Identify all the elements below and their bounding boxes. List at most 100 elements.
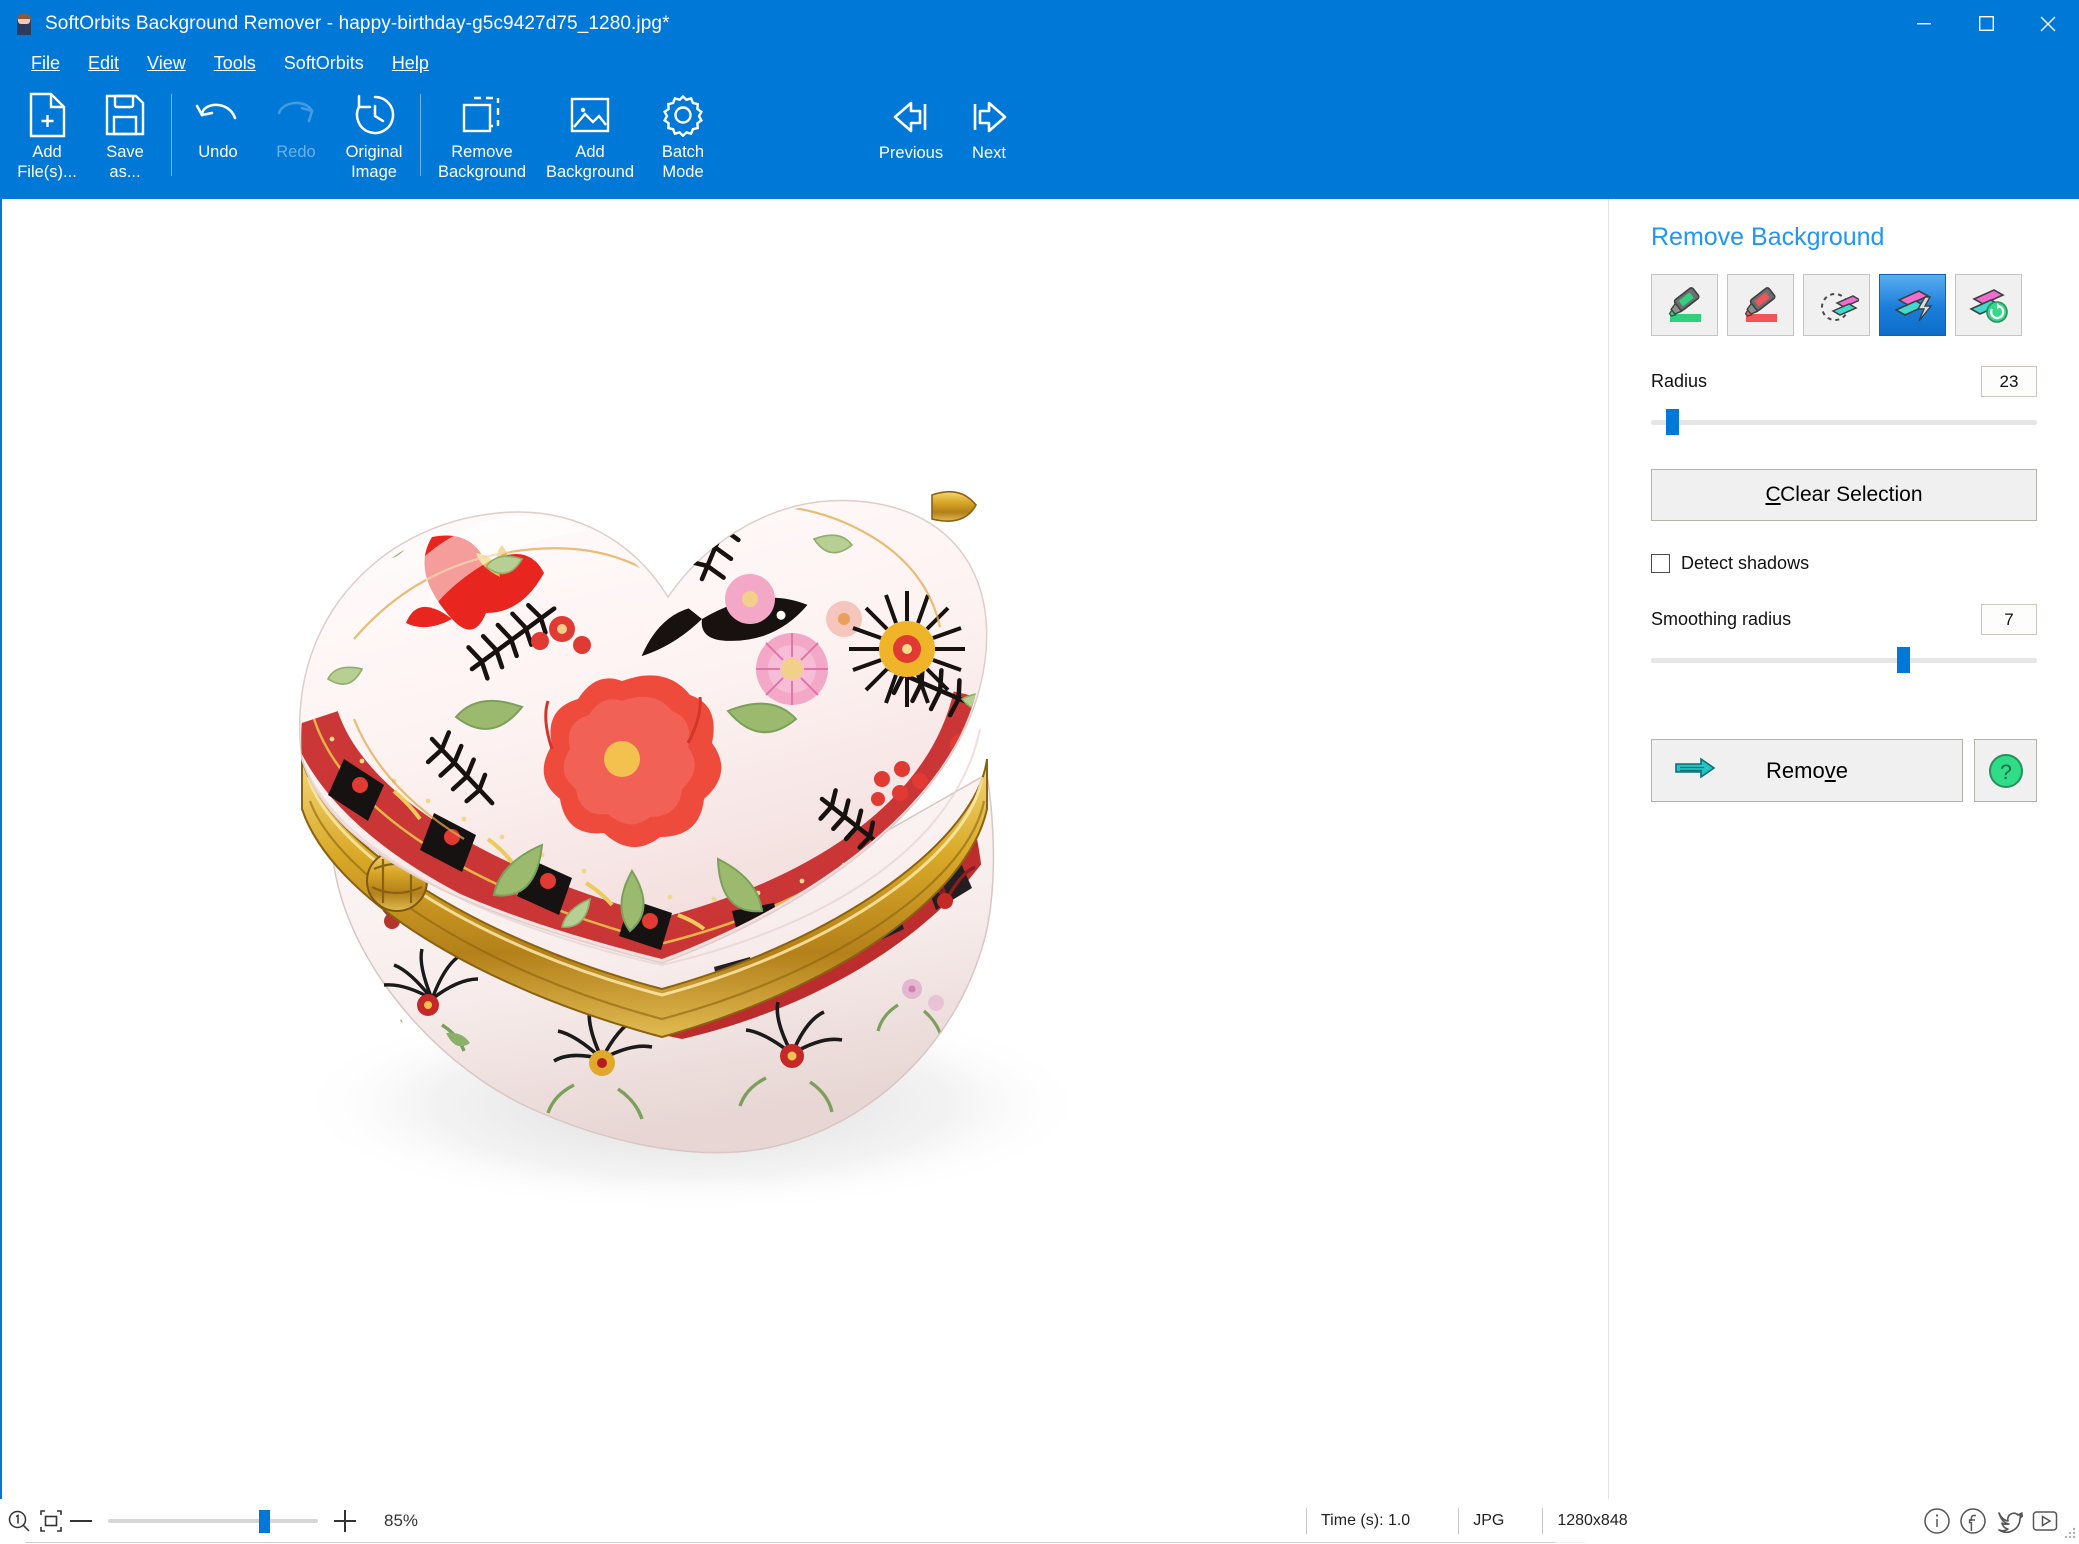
right-panel: Remove Background [1608,199,2079,1542]
time-status: Time (s): 1.0 [1306,1508,1410,1534]
add-files-button[interactable]: Add File(s)... [8,80,86,192]
green-marker-icon [1663,285,1707,325]
smoothing-label-row: Smoothing radius 7 [1651,604,2037,635]
zoom-in-button[interactable] [328,1506,362,1536]
mark-foreground-tool[interactable] [1651,274,1718,336]
radius-slider[interactable] [1651,407,2037,437]
question-mark-icon: ? [1986,751,2026,791]
clear-selection-label: Clear Selection [1780,483,1922,507]
restore-tool[interactable] [1955,274,2022,336]
title-bar: SoftOrbits Background Remover - happy-bi… [0,0,2079,47]
save-as-icon [104,91,146,139]
magic-wand-tool[interactable] [1879,274,1946,336]
previous-button[interactable]: Previous [872,80,950,180]
remove-background-label: Remove Background [438,142,526,182]
batch-mode-icon [661,91,705,139]
window-controls [1893,0,2079,47]
radius-section: Radius 23 [1651,366,2037,437]
close-button[interactable] [2017,0,2079,47]
app-icon [13,13,35,35]
save-as-button[interactable]: Save as... [86,80,164,192]
menu-item-help[interactable]: Help [378,51,443,76]
toolbar: Add File(s)... Save as... Undo [0,80,2079,199]
menu-item-tools[interactable]: Tools [200,51,270,76]
batch-mode-label: Batch Mode [662,142,704,182]
next-label: Next [972,143,1006,163]
social-links [1919,1503,2063,1539]
menu-help-label: Help [392,53,429,73]
menu-file-label: File [31,53,60,73]
info-icon[interactable] [1919,1503,1955,1539]
radius-slider-thumb[interactable] [1666,409,1679,435]
auto-select-icon [1891,285,1935,325]
remove-background-icon [460,91,504,139]
detect-shadows-box[interactable] [1651,554,1670,573]
menu-item-file[interactable]: File [17,51,74,76]
menu-item-view[interactable]: View [133,51,200,76]
image-canvas[interactable] [2,199,1608,1517]
mark-background-tool[interactable] [1727,274,1794,336]
menu-tools-label: Tools [214,53,256,73]
add-files-label: Add File(s)... [17,142,77,182]
redo-button[interactable]: Redo [257,80,335,192]
menu-item-edit[interactable]: Edit [74,51,133,76]
radius-label-row: Radius 23 [1651,366,2037,397]
detect-shadows-checkbox[interactable]: Detect shadows [1651,553,2037,574]
menu-item-softorbits[interactable]: SoftOrbits [270,51,378,76]
canvas-container [0,199,1608,1542]
format-status: JPG [1458,1508,1504,1534]
remove-background-button[interactable]: Remove Background [428,80,536,192]
dimensions-status: 1280x848 [1542,1508,1627,1534]
undo-label: Undo [198,142,237,162]
help-button[interactable]: ? [1974,739,2037,802]
original-image-label: Original Image [346,142,403,182]
panel-title: Remove Background [1651,223,2079,252]
original-image-icon [351,91,397,139]
smoothing-slider-thumb[interactable] [1897,647,1910,673]
clear-selection-button[interactable]: CClear Selection [1651,469,2037,521]
radius-value[interactable]: 23 [1981,366,2037,397]
resize-grip[interactable] [2062,1525,2076,1539]
next-icon [967,94,1011,140]
trinket-box-image [2,199,1608,1477]
red-marker-icon [1739,285,1783,325]
smoothing-radius-slider[interactable] [1651,645,2037,675]
radius-slider-track [1651,420,2037,425]
smoothing-slider-track [1651,658,2037,663]
clear-selection-mnemonic: C [1765,483,1780,507]
minimize-button[interactable] [1893,0,1955,47]
menu-view-label: View [147,53,186,73]
original-image-button[interactable]: Original Image [335,80,413,192]
add-background-button[interactable]: Add Background [536,80,644,192]
smoothing-radius-label: Smoothing radius [1651,609,1791,630]
zoom-one-to-one-icon[interactable] [6,1508,32,1534]
menu-edit-label: Edit [88,53,119,73]
twitter-icon[interactable] [1991,1503,2027,1539]
previous-icon [889,94,933,140]
eraser-icon [1815,285,1859,325]
menu-softorbits-label: SoftOrbits [284,53,364,73]
previous-label: Previous [879,143,943,163]
svg-text:?: ? [2000,761,2012,784]
facebook-icon[interactable] [1955,1503,1991,1539]
zoom-out-button[interactable] [64,1506,98,1536]
add-background-label: Add Background [546,142,634,182]
next-button[interactable]: Next [950,80,1028,180]
undo-button[interactable]: Undo [179,80,257,192]
add-file-icon [27,91,68,139]
window-title: SoftOrbits Background Remover - happy-bi… [45,13,670,35]
zoom-slider[interactable] [108,1506,318,1536]
save-as-label: Save as... [106,142,144,182]
fit-to-screen-icon[interactable] [38,1508,64,1534]
restore-icon [1967,285,2011,325]
batch-mode-button[interactable]: Batch Mode [644,80,722,192]
zoom-slider-thumb[interactable] [259,1510,270,1533]
smoothing-radius-value[interactable]: 7 [1981,604,2037,635]
erase-marks-tool[interactable] [1803,274,1870,336]
youtube-icon[interactable] [2027,1503,2063,1539]
undo-icon [195,91,241,139]
zoom-percent-label: 85% [384,1511,436,1531]
maximize-button[interactable] [1955,0,2017,47]
remove-button[interactable]: Remove [1651,739,1963,802]
status-bar: 85% Time (s): 1.0 JPG 1280x848 [0,1499,2079,1542]
